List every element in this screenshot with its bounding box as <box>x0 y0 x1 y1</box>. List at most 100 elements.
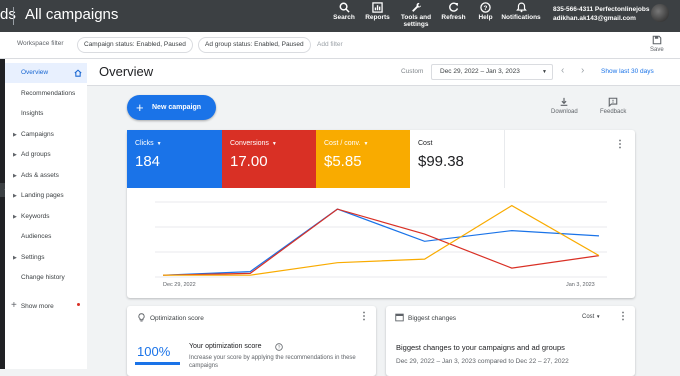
sidebar-item-overview[interactable]: Overview <box>5 63 87 83</box>
bell-icon <box>515 2 527 13</box>
sidebar-item-label: Recommendations <box>21 90 76 97</box>
date-range-picker[interactable]: Dec 29, 2022 – Jan 3, 2023 ▼ <box>431 64 553 80</box>
tools-label-line2: settings <box>403 21 429 28</box>
help-button-label: Help <box>478 14 493 21</box>
sidebar-item-label: Settings <box>21 254 45 261</box>
search-button[interactable]: Search <box>333 2 355 32</box>
save-icon <box>652 35 662 45</box>
caret-right-icon: ▶ <box>13 152 17 158</box>
wrench-icon <box>411 2 421 12</box>
metric-value: $99.38 <box>418 153 464 170</box>
tools-settings-button[interactable]: Tools and settings <box>398 2 434 32</box>
show-more-label: Show more <box>20 303 54 310</box>
changes-icon <box>395 313 404 322</box>
new-campaign-button[interactable]: + New campaign <box>127 95 216 120</box>
lightbulb-icon <box>138 313 145 322</box>
plus-icon: + <box>11 300 17 311</box>
sidebar-item-campaigns[interactable]: ▶ Campaigns <box>5 125 87 145</box>
metric-conversions[interactable]: Conversions ▼ 17.00 <box>222 130 316 188</box>
sidebar-item-landing-pages[interactable]: ▶ Landing pages <box>5 186 87 206</box>
metric-clicks[interactable]: Clicks ▼ 184 <box>127 130 222 188</box>
x-axis-start-label: Dec 29, 2022 <box>163 282 196 288</box>
caret-right-icon: ▶ <box>13 132 17 138</box>
show-last-30-days-link[interactable]: Show last 30 days <box>601 68 654 75</box>
caret-right-icon: ▶ <box>13 193 17 199</box>
save-label: Save <box>650 47 664 53</box>
download-label: Download <box>551 109 578 115</box>
sidebar-item-change-history[interactable]: Change history <box>5 268 87 288</box>
sidebar-item-label: Ad groups <box>21 151 51 158</box>
help-icon[interactable]: ? <box>275 343 283 351</box>
more-options-icon[interactable]: ⋮ <box>618 312 628 322</box>
campaign-status-chip[interactable]: Campaign status: Enabled, Paused <box>77 37 193 53</box>
sidebar-item-keywords[interactable]: ▶ Keywords <box>5 207 87 227</box>
account-info[interactable]: 835-566-4311 Perfectonlinejobs adikhan.a… <box>553 5 649 23</box>
sidebar-item-label: Campaigns <box>21 131 54 138</box>
add-filter-button[interactable]: Add filter <box>317 41 343 48</box>
plus-icon: + <box>136 100 144 115</box>
metric-value: $5.85 <box>324 153 362 170</box>
refresh-button[interactable]: Refresh <box>441 2 466 32</box>
help-button[interactable]: ? Help <box>476 2 495 32</box>
biggest-changes-header: Biggest changes <box>408 315 457 322</box>
metric-selector-value: Cost <box>582 314 595 320</box>
caret-right-icon: ▶ <box>13 214 17 220</box>
sidebar-item-label: Keywords <box>21 213 50 220</box>
notifications-button-label: Notifications <box>501 14 541 21</box>
reports-button[interactable]: Reports <box>364 2 391 32</box>
svg-text:?: ? <box>278 345 281 350</box>
metric-label: Cost <box>418 140 433 147</box>
chevron-down-icon: ▼ <box>542 69 547 75</box>
show-more-button[interactable]: + Show more <box>11 300 54 311</box>
search-icon <box>339 2 350 13</box>
feedback-button[interactable]: Feedback <box>600 97 626 115</box>
notifications-button[interactable]: Notifications <box>501 2 541 32</box>
sidebar-item-recommendations[interactable]: Recommendations <box>5 84 87 104</box>
biggest-changes-title: Biggest changes to your campaigns and ad… <box>396 343 565 352</box>
sidebar: Overview Recommendations Insights ▶ Campa… <box>5 59 87 369</box>
sidebar-item-label: Audiences <box>21 233 52 240</box>
reports-button-label: Reports <box>365 14 390 21</box>
overview-header: Overview Custom Dec 29, 2022 – Jan 3, 20… <box>87 59 680 86</box>
workspace-filter-label: Workspace filter <box>17 40 64 47</box>
home-icon <box>74 69 82 77</box>
performance-card: Clicks ▼ 184 Conversions ▼ 17.00 Cost / co… <box>127 130 635 298</box>
optimization-title: Your optimization score <box>189 343 262 350</box>
ad-group-status-chip[interactable]: Ad group status: Enabled, Paused <box>198 37 311 53</box>
metric-cost[interactable]: Cost $99.38 <box>410 130 505 188</box>
x-axis-end-label: Jan 3, 2023 <box>566 282 595 288</box>
sidebar-item-label: Change history <box>21 274 65 281</box>
refresh-icon <box>449 2 459 12</box>
overview-title: Overview <box>99 64 154 79</box>
save-button[interactable]: Save <box>650 35 664 53</box>
filter-bar: Workspace filter Campaign status: Enable… <box>0 32 680 59</box>
caret-down-icon: ▼ <box>596 314 601 319</box>
avatar[interactable] <box>651 4 669 22</box>
biggest-changes-date: Dec 29, 2022 – Jan 3, 2023 compared to D… <box>396 358 569 365</box>
previous-period-icon[interactable]: ‹ <box>561 65 564 76</box>
download-icon <box>561 97 568 106</box>
sidebar-item-label: Ads & assets <box>21 172 59 179</box>
next-period-icon[interactable]: › <box>581 65 584 76</box>
new-campaign-label: New campaign <box>152 104 202 111</box>
more-options-icon[interactable]: ⋮ <box>359 312 369 322</box>
caret-down-icon: ▼ <box>271 141 277 147</box>
more-options-icon[interactable]: ⋮ <box>615 140 625 150</box>
sidebar-item-ad-groups[interactable]: ▶ Ad groups <box>5 145 87 165</box>
metric-label: Cost / conv. <box>324 140 361 147</box>
caret-right-icon: ▶ <box>13 173 17 179</box>
metric-cost-per-conv[interactable]: Cost / conv. ▼ $5.85 <box>316 130 410 188</box>
sidebar-item-ads-assets[interactable]: ▶ Ads & assets <box>5 166 87 186</box>
custom-label: Custom <box>401 68 424 75</box>
metric-selector[interactable]: Cost ▼ <box>582 314 600 320</box>
search-button-label: Search <box>333 14 355 21</box>
sidebar-item-settings[interactable]: ▶ Settings <box>5 248 87 268</box>
caret-right-icon: ▶ <box>13 255 17 261</box>
caret-down-icon: ▼ <box>156 141 162 147</box>
metric-label: Clicks <box>135 140 154 147</box>
sidebar-item-insights[interactable]: Insights <box>5 104 87 124</box>
optimization-score-card: Optimization score ⋮ 100% Your optimizat… <box>127 306 376 376</box>
refresh-button-label: Refresh <box>441 14 466 21</box>
sidebar-item-audiences[interactable]: Audiences <box>5 227 87 247</box>
download-button[interactable]: Download <box>551 97 578 115</box>
